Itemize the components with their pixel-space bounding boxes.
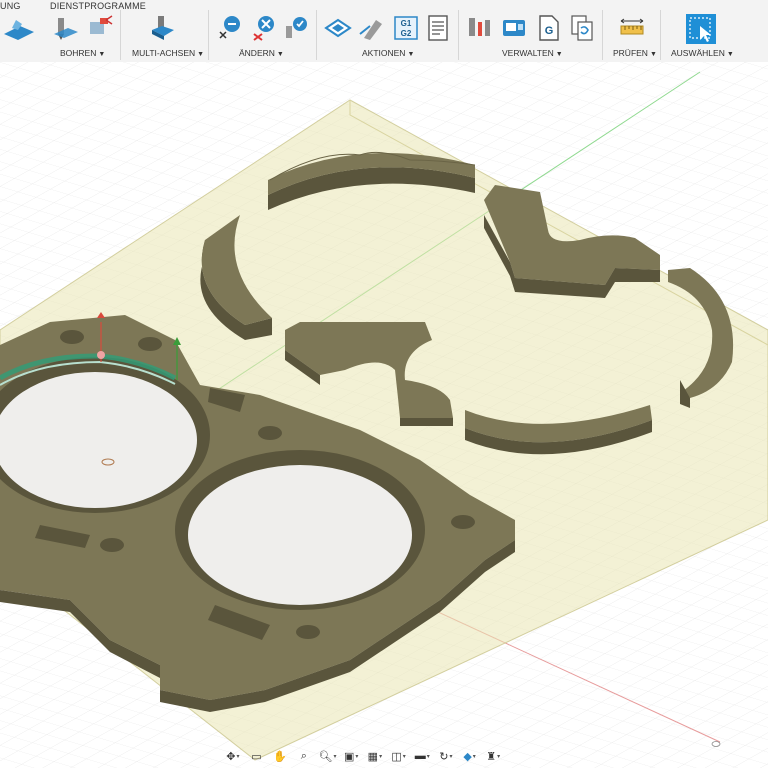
delete-toolpath-icon[interactable] — [250, 14, 278, 42]
separator — [660, 10, 661, 60]
post-g-label: G — [545, 25, 554, 37]
drilling-menu[interactable]: BOHREN ▼ — [60, 48, 105, 58]
manage-menu[interactable]: VERWALTEN ▼ — [502, 48, 563, 58]
effects-icon[interactable]: ♜ ▾ — [482, 747, 504, 765]
tab-partial[interactable]: UNG — [0, 1, 21, 11]
templates-icon[interactable] — [568, 14, 596, 42]
2d-adaptive-icon[interactable] — [2, 14, 36, 42]
multiaxis-label: MULTI-ACHSEN — [132, 48, 196, 58]
chevron-down-icon: ▼ — [726, 51, 734, 58]
modify-menu[interactable]: ÄNDERN ▼ — [239, 48, 284, 58]
setup-sheet-icon[interactable] — [424, 14, 452, 42]
canvas-viewport[interactable] — [0, 62, 768, 768]
orbit-icon[interactable]: ✥ ▾ — [222, 747, 244, 765]
chevron-down-icon: ▼ — [649, 51, 657, 58]
manage-label: VERWALTEN — [502, 48, 554, 58]
drilling-label: BOHREN — [60, 48, 97, 58]
post-library-icon[interactable]: G — [534, 14, 562, 42]
layout-icon[interactable]: ▬ ▾ — [411, 747, 433, 765]
tab-utilities[interactable]: DIENSTPROGRAMME — [50, 1, 146, 11]
generate-icon[interactable] — [358, 14, 386, 42]
fix-toolpath-icon[interactable] — [282, 14, 310, 42]
chevron-down-icon: ▼ — [555, 51, 563, 58]
inspect-label: PRÜFEN — [613, 48, 648, 58]
machine-library-icon[interactable] — [500, 14, 528, 42]
multiaxis-icon[interactable] — [148, 14, 176, 42]
pan-icon[interactable]: ✋ — [269, 747, 291, 765]
separator — [602, 10, 603, 60]
grid-icon[interactable]: ▦ ▾ — [364, 747, 386, 765]
probe-icon[interactable] — [86, 14, 114, 42]
scissors-clear-icon[interactable] — [216, 14, 244, 42]
chevron-down-icon: ▼ — [407, 51, 415, 58]
select-label: AUSWÄHLEN — [671, 48, 725, 58]
viewports-icon[interactable]: ◫ ▾ — [388, 747, 410, 765]
g1-label: G1 — [401, 19, 412, 28]
chevron-down-icon: ▼ — [98, 51, 106, 58]
zoom-icon[interactable]: 🔍︎ ▾ — [317, 747, 339, 765]
separator — [120, 10, 121, 60]
navigation-bar: ✥ ▾ ▭ ✋ ⌕ 🔍︎ ▾ ▣ ▾ ▦ ▾ ◫ ▾ ▬ ▾ ↻ ▾ ◆ ▾ ♜ ▾ — [222, 746, 504, 766]
measure-icon[interactable] — [618, 14, 646, 42]
model-canvas[interactable] — [0, 62, 768, 768]
toolbar-ribbon: UNG DIENSTPROGRAMME BOHREN ▼ MULTI-ACHSEN… — [0, 0, 768, 63]
display-icon[interactable]: ▣ ▾ — [340, 747, 362, 765]
look-at-icon[interactable]: ▭ — [246, 747, 268, 765]
chevron-down-icon: ▼ — [276, 51, 284, 58]
simulate-icon[interactable] — [324, 14, 352, 42]
select-menu[interactable]: AUSWÄHLEN ▼ — [671, 48, 734, 58]
inspect-menu[interactable]: PRÜFEN ▼ — [613, 48, 657, 58]
multiaxis-menu[interactable]: MULTI-ACHSEN ▼ — [132, 48, 204, 58]
zoom-fit-icon[interactable]: ⌕ — [293, 747, 315, 765]
drill-icon[interactable] — [52, 14, 80, 42]
actions-menu[interactable]: AKTIONEN ▼ — [362, 48, 414, 58]
tool-library-icon[interactable] — [466, 14, 494, 42]
select-icon[interactable] — [686, 14, 716, 44]
orbit-mode-icon[interactable]: ↻ ▾ — [435, 747, 457, 765]
g2-label: G2 — [401, 29, 412, 38]
actions-label: AKTIONEN — [362, 48, 406, 58]
separator — [208, 10, 209, 60]
chevron-down-icon: ▼ — [197, 51, 205, 58]
shading-icon[interactable]: ◆ ▾ — [459, 747, 481, 765]
modify-label: ÄNDERN — [239, 48, 275, 58]
separator — [458, 10, 459, 60]
separator — [316, 10, 317, 60]
post-process-icon[interactable]: G1 G2 — [392, 14, 420, 42]
